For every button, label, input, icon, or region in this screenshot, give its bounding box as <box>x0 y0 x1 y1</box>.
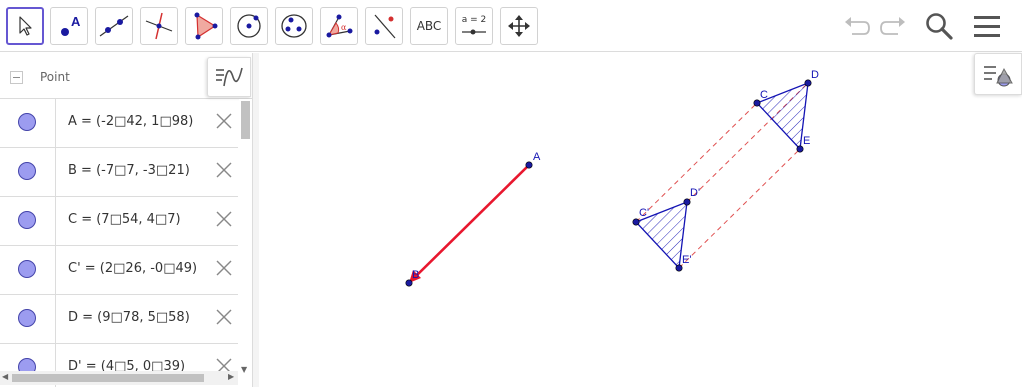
visibility-cell[interactable] <box>0 197 56 245</box>
search-icon <box>926 13 953 40</box>
toolbar: A α ABC a = 2 <box>0 0 1022 52</box>
text-tool-label: ABC <box>416 19 442 33</box>
label-c-prime: C' <box>639 207 649 219</box>
point-c-prime[interactable] <box>632 218 640 226</box>
point-d-prime[interactable] <box>683 198 691 206</box>
algebra-row[interactable]: B = (-7□7, -3□21) <box>0 148 238 197</box>
visibility-toggle-dot[interactable] <box>18 162 36 180</box>
style-bar-toggle-button[interactable] <box>207 57 251 97</box>
search-button[interactable] <box>922 10 956 42</box>
reflect-tool-button[interactable] <box>365 7 403 45</box>
visibility-toggle-dot[interactable] <box>18 260 36 278</box>
line-tool-button[interactable] <box>95 7 133 45</box>
slider-icon <box>462 29 486 35</box>
algebra-view: Point A = (-2□42, 1□98) B = (-7□7, -3□21… <box>0 53 253 387</box>
reflect-about-line-icon <box>374 14 396 39</box>
slider-tool-button[interactable]: a = 2 <box>455 7 493 45</box>
algebra-row[interactable]: C' = (2□26, -0□49) <box>0 246 238 295</box>
graphics-style-icon <box>984 66 1013 87</box>
visibility-cell[interactable] <box>0 99 56 147</box>
graphing-style-icon <box>216 67 243 87</box>
algebra-row[interactable]: C = (7□54, 4□7) <box>0 197 238 246</box>
vertical-scrollbar[interactable]: ▼ <box>239 99 252 377</box>
label-e: E <box>803 135 810 147</box>
delete-icon[interactable] <box>215 210 233 228</box>
circle-tool-button[interactable] <box>230 7 268 45</box>
move-arrows-icon <box>508 15 530 37</box>
algebra-expression[interactable]: C' = (2□26, -0□49) <box>68 261 197 276</box>
visibility-toggle-dot[interactable] <box>18 309 36 327</box>
vector-ab[interactable] <box>413 164 530 279</box>
label-e-prime: E' <box>682 254 691 266</box>
angle-tool-button[interactable]: α <box>320 7 358 45</box>
circle-center-point-icon <box>237 14 261 38</box>
algebra-expression[interactable]: B = (-7□7, -3□21) <box>68 163 190 178</box>
algebra-expression[interactable]: D = (9□78, 5□58) <box>68 310 190 325</box>
algebra-row[interactable]: A = (-2□42, 1□98) <box>0 99 238 148</box>
undo-icon <box>845 17 870 35</box>
undo-button[interactable] <box>840 10 874 42</box>
scroll-left-arrow-icon[interactable]: ◀ <box>2 372 8 381</box>
hamburger-menu-icon <box>974 16 1000 37</box>
line-through-points-icon <box>99 15 129 37</box>
angle-icon: α <box>326 14 353 38</box>
slider-tool-label: a = 2 <box>461 15 487 25</box>
dashed-line-c[interactable] <box>635 102 758 223</box>
visibility-cell[interactable] <box>0 148 56 196</box>
minus-icon <box>13 77 20 78</box>
collapse-group-button[interactable] <box>10 71 23 84</box>
move-tool-button[interactable] <box>6 7 44 45</box>
horizontal-scrollbar-thumb[interactable] <box>12 374 204 382</box>
label-b: B <box>412 269 419 281</box>
delete-icon[interactable] <box>215 112 233 130</box>
cursor-arrow-icon <box>19 16 32 36</box>
point-a-icon: A <box>61 14 81 36</box>
vertical-scrollbar-thumb[interactable] <box>241 101 250 139</box>
redo-icon <box>880 17 905 35</box>
scroll-right-arrow-icon[interactable]: ▶ <box>228 372 234 381</box>
delete-icon[interactable] <box>215 161 233 179</box>
perpendicular-line-tool-button[interactable] <box>140 7 178 45</box>
circle-three-points-tool-button[interactable] <box>275 7 313 45</box>
group-label: Point <box>40 70 70 84</box>
point-tool-button[interactable]: A <box>50 7 88 45</box>
redo-button[interactable] <box>876 10 910 42</box>
move-graphics-tool-button[interactable] <box>500 7 538 45</box>
svg-text:α: α <box>341 23 347 32</box>
perpendicular-line-icon <box>145 12 173 40</box>
algebra-expression[interactable]: A = (-2□42, 1□98) <box>68 114 193 129</box>
horizontal-scrollbar[interactable]: ◀ ▶ <box>0 371 238 385</box>
main-menu-button[interactable] <box>970 10 1004 42</box>
visibility-toggle-dot[interactable] <box>18 113 36 131</box>
graphics-view[interactable]: A B C D E C' D' E' <box>259 53 1022 387</box>
visibility-cell[interactable] <box>0 295 56 343</box>
polygon-tool-button[interactable] <box>185 7 223 45</box>
algebra-expression[interactable]: C = (7□54, 4□7) <box>68 212 181 227</box>
label-c: C <box>760 89 768 101</box>
graphics-style-menu-button[interactable] <box>974 53 1022 95</box>
visibility-toggle-dot[interactable] <box>18 211 36 229</box>
svg-text:A: A <box>71 14 81 29</box>
polygon-icon <box>194 12 218 40</box>
circle-three-points-icon <box>281 14 307 38</box>
point-a[interactable] <box>525 161 533 169</box>
delete-icon[interactable] <box>215 259 233 277</box>
delete-icon[interactable] <box>215 308 233 326</box>
label-a: A <box>533 151 541 163</box>
text-tool-button[interactable]: ABC <box>410 7 448 45</box>
scroll-down-arrow-icon[interactable]: ▼ <box>241 365 247 374</box>
algebra-row[interactable]: D = (9□78, 5□58) <box>0 295 238 344</box>
label-d: D <box>811 69 819 81</box>
dashed-line-e[interactable] <box>678 148 801 269</box>
visibility-cell[interactable] <box>0 246 56 294</box>
label-d-prime: D' <box>690 187 700 199</box>
